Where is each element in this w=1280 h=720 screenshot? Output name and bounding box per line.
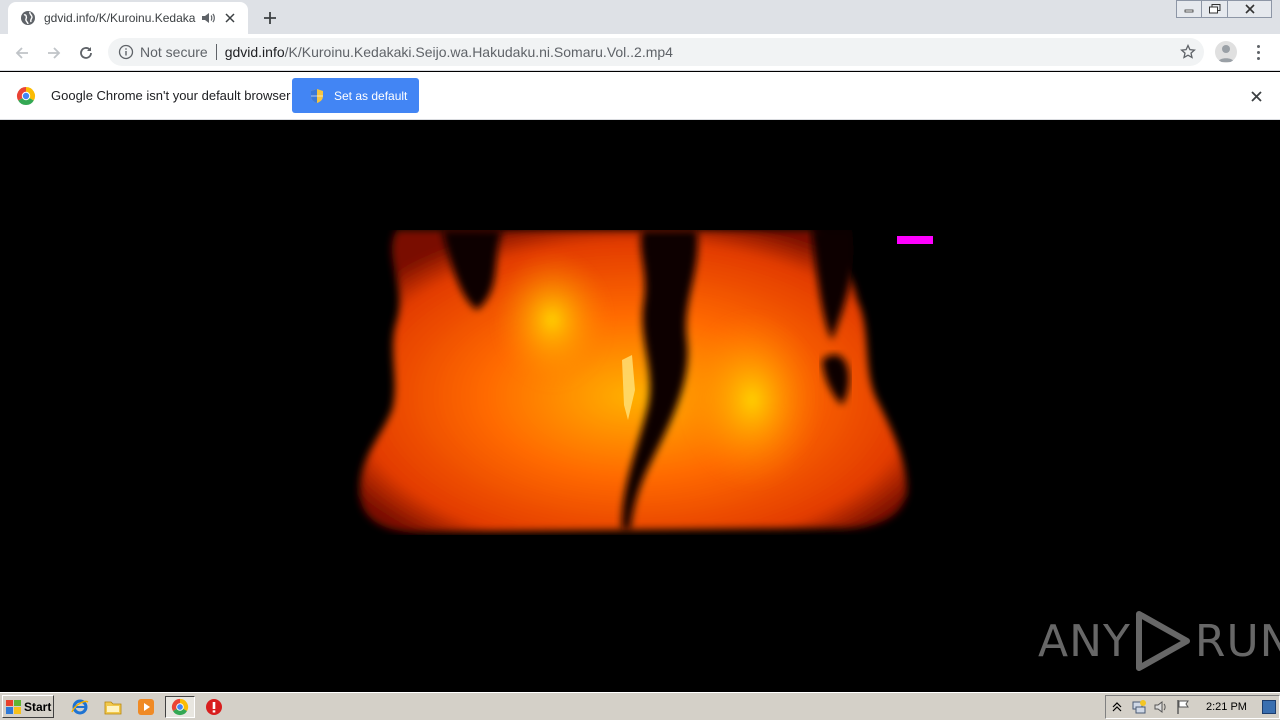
bookmark-star-icon[interactable] [1180, 44, 1196, 60]
stop-sign-icon[interactable] [203, 696, 225, 718]
uac-shield-icon [310, 88, 324, 104]
info-icon[interactable] [118, 44, 134, 60]
back-button[interactable] [10, 41, 34, 65]
video-frame-image [359, 230, 908, 532]
profile-avatar-icon[interactable] [1215, 41, 1237, 63]
chrome-logo-icon [16, 86, 36, 106]
chrome-menu-icon[interactable] [1250, 42, 1266, 62]
network-icon[interactable] [1128, 697, 1150, 717]
set-as-default-button[interactable]: Set as default [292, 78, 419, 113]
video-overlay-tag [897, 236, 933, 244]
internet-explorer-icon[interactable] [69, 696, 91, 718]
url-path: /K/Kuroinu.Kedakaki.Seijo.wa.Hakudaku.ni… [284, 44, 673, 60]
windows-taskbar: Start 2:21 PM [0, 692, 1280, 720]
volume-icon[interactable] [1150, 697, 1172, 717]
media-player-icon[interactable] [135, 696, 157, 718]
anyrun-watermark: ANY RUN [1038, 610, 1280, 672]
tab-strip: gdvid.info/K/Kuroinu.Kedakaki.Seijo.wa.H… [0, 0, 1280, 34]
minimize-icon[interactable] [1176, 0, 1202, 18]
forward-button[interactable] [42, 41, 66, 65]
show-desktop-icon[interactable] [1262, 700, 1276, 714]
watermark-right-text: RUN [1194, 615, 1280, 667]
video-player[interactable]: ANY RUN [0, 120, 1280, 692]
tab-title: gdvid.info/K/Kuroinu.Kedakaki.Seijo.wa.H… [44, 11, 196, 25]
set-as-default-label: Set as default [334, 88, 408, 103]
start-button[interactable]: Start [2, 695, 54, 718]
infobar-close-icon[interactable] [1248, 88, 1264, 104]
window-close-icon[interactable] [1228, 0, 1272, 18]
default-browser-infobar: Google Chrome isn't your default browser… [0, 72, 1280, 120]
tab-close-icon[interactable] [222, 10, 238, 26]
taskbar-clock[interactable]: 2:21 PM [1206, 701, 1247, 713]
window-controls [1176, 0, 1272, 20]
file-explorer-icon[interactable] [102, 696, 124, 718]
new-tab-button[interactable] [258, 7, 282, 29]
reload-button[interactable] [74, 41, 98, 65]
watermark-left-text: ANY [1038, 615, 1131, 667]
browser-tab[interactable]: gdvid.info/K/Kuroinu.Kedakaki.Seijo.wa.H… [8, 2, 248, 34]
system-tray: 2:21 PM [1105, 695, 1280, 719]
globe-icon [20, 10, 36, 26]
action-center-flag-icon[interactable] [1172, 697, 1194, 717]
restore-icon[interactable] [1202, 0, 1228, 18]
browser-toolbar: Not secure gdvid.info /K/Kuroinu.Kedakak… [0, 34, 1280, 71]
infobar-message: Google Chrome isn't your default browser [51, 88, 291, 103]
speaker-icon[interactable] [200, 10, 216, 26]
start-label: Start [24, 699, 52, 714]
url-host: gdvid.info [224, 44, 285, 60]
windows-flag-icon [6, 699, 21, 714]
address-bar[interactable]: Not secure gdvid.info /K/Kuroinu.Kedakak… [108, 38, 1204, 66]
chrome-taskbar-icon[interactable] [165, 696, 195, 718]
play-logo-icon [1135, 611, 1190, 671]
show-hidden-icons-icon[interactable] [1106, 697, 1128, 717]
address-separator [215, 44, 217, 60]
security-label: Not secure [140, 44, 208, 60]
